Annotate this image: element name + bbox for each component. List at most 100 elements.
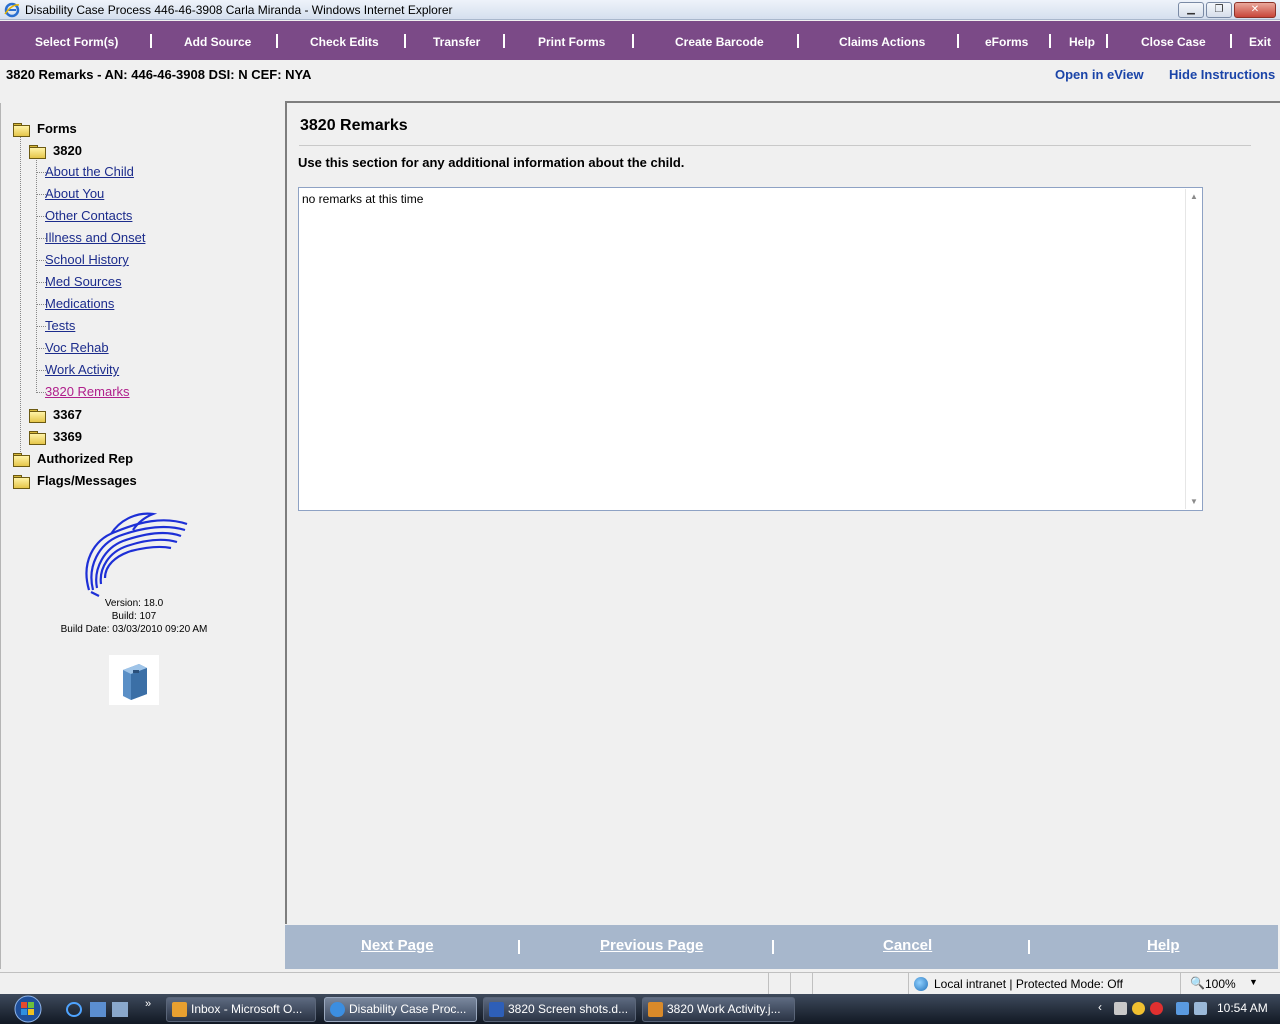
remarks-scrollbar[interactable]: ▲ ▼: [1185, 189, 1202, 509]
taskbar-item-label: 3820 Screen shots.d...: [508, 1002, 629, 1016]
folder-open-icon: [29, 144, 46, 159]
zoom-magnifier-icon: 🔍: [1190, 976, 1205, 990]
zoom-level[interactable]: 100%: [1205, 977, 1236, 991]
scroll-down-arrow-icon[interactable]: ▼: [1190, 497, 1198, 506]
menu-print-forms[interactable]: Print Forms: [538, 21, 605, 60]
sidebar-link-school-history[interactable]: School History: [45, 252, 129, 267]
scroll-up-arrow-icon[interactable]: ▲: [1190, 192, 1198, 201]
internet-explorer-icon: [4, 2, 20, 17]
menu-check-edits[interactable]: Check Edits: [310, 21, 379, 60]
sidebar-link-work-activity[interactable]: Work Activity: [45, 362, 119, 377]
tree-connector: [20, 136, 21, 456]
sidebar-link-3820-remarks[interactable]: 3820 Remarks: [45, 384, 130, 399]
cancel-button[interactable]: Cancel: [883, 937, 932, 954]
menu-separator: [632, 34, 634, 48]
nav-separator: [518, 940, 520, 954]
menu-separator: [1049, 34, 1051, 48]
taskbar-item-label: 3820 Work Activity.j...: [667, 1002, 781, 1016]
folder-icon: [13, 474, 30, 489]
quicklaunch-desktop-icon[interactable]: [90, 1002, 106, 1017]
previous-page-button[interactable]: Previous Page: [600, 937, 703, 954]
outlook-icon: [172, 1002, 187, 1017]
folder-open-icon: [13, 122, 30, 137]
tray-expand-icon[interactable]: ‹: [1098, 1000, 1102, 1014]
tray-printer-icon[interactable]: [1114, 1002, 1127, 1015]
help-button[interactable]: Help: [1147, 937, 1180, 954]
tree-node-3369[interactable]: 3369: [29, 429, 82, 445]
tree-node-3367[interactable]: 3367: [29, 407, 82, 423]
menu-separator: [1230, 34, 1232, 48]
minimize-button[interactable]: ▁: [1178, 2, 1204, 18]
tree-node-forms[interactable]: Forms: [13, 121, 77, 137]
briefcase-icon[interactable]: [109, 655, 159, 705]
remarks-textarea[interactable]: no remarks at this time: [298, 187, 1203, 511]
windows-start-orb-icon[interactable]: [6, 994, 50, 1024]
tray-messenger-icon[interactable]: [1132, 1002, 1145, 1015]
taskbar-item-image-file[interactable]: 3820 Work Activity.j...: [642, 997, 795, 1022]
menu-add-source[interactable]: Add Source: [184, 21, 251, 60]
sidebar-link-illness-and-onset[interactable]: Illness and Onset: [45, 230, 145, 245]
word-icon: [489, 1002, 504, 1017]
hide-instructions-link[interactable]: Hide Instructions: [1169, 67, 1275, 82]
briefcase-graphic: [123, 664, 147, 700]
quicklaunch-ie-icon[interactable]: [66, 1002, 82, 1017]
menu-separator: [797, 34, 799, 48]
folder-icon: [29, 430, 46, 445]
tree-node-flags-messages[interactable]: Flags/Messages: [13, 473, 137, 489]
main-content-panel: 3820 Remarks Use this section for any ad…: [285, 101, 1280, 924]
taskbar-item-disability-case[interactable]: Disability Case Proc...: [324, 997, 477, 1022]
menu-separator: [404, 34, 406, 48]
app-version: Version: 18.0: [104, 598, 164, 609]
zoom-dropdown-icon[interactable]: ▼: [1249, 977, 1258, 987]
open-in-eview-link[interactable]: Open in eView: [1055, 67, 1144, 82]
folder-icon: [29, 408, 46, 423]
menu-help[interactable]: Help: [1069, 21, 1095, 60]
tray-volume-icon[interactable]: [1194, 1002, 1207, 1015]
sidebar-link-med-sources[interactable]: Med Sources: [45, 274, 122, 289]
taskbar-item-word-doc[interactable]: 3820 Screen shots.d...: [483, 997, 636, 1022]
menu-separator: [503, 34, 505, 48]
tree-node-3820[interactable]: 3820: [29, 143, 82, 159]
sidebar-link-voc-rehab[interactable]: Voc Rehab: [45, 340, 109, 355]
app-build-date: Build Date: 03/03/2010 09:20 AM: [60, 624, 208, 635]
sidebar-link-about-the-child[interactable]: About the Child: [45, 164, 134, 179]
status-cell: [768, 973, 769, 995]
tree-node-authorized-rep-label: Authorized Rep: [37, 451, 134, 466]
app-build: Build: 107: [111, 611, 157, 622]
close-window-button[interactable]: ✕: [1234, 2, 1276, 18]
windows-taskbar: » Inbox - Microsoft O... Disability Case…: [0, 994, 1280, 1024]
next-page-button[interactable]: Next Page: [361, 937, 434, 954]
taskbar-item-outlook[interactable]: Inbox - Microsoft O...: [166, 997, 316, 1022]
section-instruction: Use this section for any additional info…: [298, 155, 685, 170]
status-cell: [1180, 973, 1181, 995]
intranet-globe-icon: [914, 977, 928, 991]
quicklaunch-overflow-icon[interactable]: »: [145, 998, 151, 1010]
sidebar-link-tests[interactable]: Tests: [45, 318, 75, 333]
sidebar-link-medications[interactable]: Medications: [45, 296, 114, 311]
tray-network-icon[interactable]: [1176, 1002, 1189, 1015]
maximize-button[interactable]: ❐: [1206, 2, 1232, 18]
tree-node-flags-messages-label: Flags/Messages: [37, 473, 137, 488]
title-divider: [299, 145, 1251, 146]
page-navigation-bar: Next Page Previous Page Cancel Help: [285, 925, 1278, 969]
menu-claims-actions[interactable]: Claims Actions: [839, 21, 925, 60]
ssa-eagle-logo-icon: [85, 512, 188, 597]
tree-node-authorized-rep[interactable]: Authorized Rep: [13, 451, 134, 467]
ie-icon: [330, 1002, 345, 1017]
menu-exit[interactable]: Exit: [1249, 21, 1271, 60]
paint-icon: [648, 1002, 663, 1017]
status-cell: [790, 973, 791, 995]
tray-security-icon[interactable]: [1150, 1002, 1163, 1015]
case-header: 3820 Remarks - AN: 446-46-3908 DSI: N CE…: [0, 60, 1280, 90]
menu-create-barcode[interactable]: Create Barcode: [675, 21, 764, 60]
security-zone-text[interactable]: Local intranet | Protected Mode: Off: [934, 977, 1123, 991]
taskbar-clock[interactable]: 10:54 AM: [1217, 1001, 1268, 1015]
sidebar-link-other-contacts[interactable]: Other Contacts: [45, 208, 132, 223]
menu-close-case[interactable]: Close Case: [1141, 21, 1206, 60]
sidebar-link-about-you[interactable]: About You: [45, 186, 104, 201]
forms-navigation-tree: Forms 3820 About the Child About You Oth…: [0, 103, 284, 969]
menu-select-forms[interactable]: Select Form(s): [35, 21, 118, 60]
quicklaunch-switch-windows-icon[interactable]: [112, 1002, 128, 1017]
menu-eforms[interactable]: eForms: [985, 21, 1028, 60]
menu-transfer[interactable]: Transfer: [433, 21, 480, 60]
